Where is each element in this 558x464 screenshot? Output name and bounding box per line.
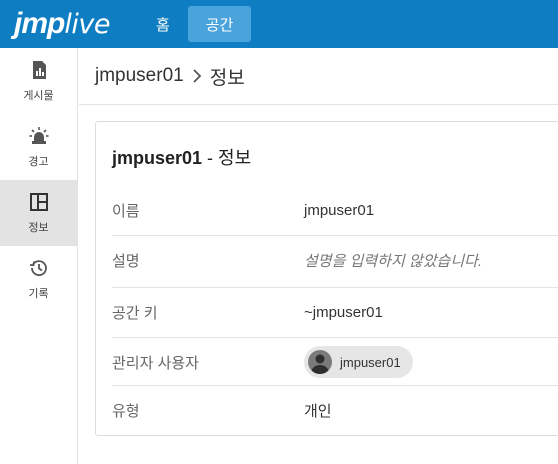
row-divider [112, 235, 558, 236]
sidebar-item-history[interactable]: 기록 [0, 246, 77, 312]
info-row-type: 유형 개인 [96, 392, 558, 428]
nav-space[interactable]: 공간 [187, 6, 252, 42]
avatar [308, 350, 332, 374]
card-title: jmpuser01 - 정보 [112, 144, 251, 170]
nav-home[interactable]: 홈 [138, 6, 188, 42]
row-divider [112, 287, 558, 288]
history-icon [29, 259, 47, 276]
top-header: jmp live 홈 공간 [0, 0, 558, 48]
sidebar-item-label: 게시물 [23, 89, 54, 102]
breadcrumb-root[interactable]: jmpuser01 [95, 65, 184, 87]
breadcrumb: jmpuser01 정보 [95, 62, 245, 90]
info-row-space-key: 공간 키 ~jmpuser01 [96, 294, 558, 330]
info-row-admin-user: 관리자 사용자 jmpuser01 [96, 343, 558, 381]
sidebar-item-alerts[interactable]: 경고 [0, 114, 77, 180]
row-label: 공간 키 [112, 304, 158, 322]
info-row-description: 설명 설명을 입력하지 않았습니다. [96, 242, 558, 278]
row-value: 개인 [304, 402, 332, 420]
sidebar-item-label: 정보 [28, 221, 49, 234]
card-title-suffix: - 정보 [202, 148, 252, 168]
user-chip[interactable]: jmpuser01 [304, 346, 413, 378]
chevron-right-icon [192, 69, 202, 83]
row-divider [112, 385, 558, 386]
top-nav: 홈 공간 [138, 6, 252, 42]
info-row-name: 이름 jmpuser01 [96, 192, 558, 228]
row-value: ~jmpuser01 [304, 303, 383, 321]
sidebar-item-posts[interactable]: 게시물 [0, 48, 77, 114]
user-chip-name: jmpuser01 [340, 354, 401, 370]
card-title-user: jmpuser01 [112, 148, 203, 168]
jmplive-logo[interactable]: jmp live [14, 9, 110, 39]
bar-chart-icon [32, 60, 46, 79]
info-card: jmpuser01 - 정보 이름 jmpuser01 설명 설명을 입력하지 … [95, 121, 558, 436]
row-value: jmpuser01 [304, 346, 413, 378]
sidebar: 게시물 경고 정보 기록 [0, 48, 78, 464]
breadcrumb-divider [79, 104, 558, 105]
sidebar-item-label: 경고 [28, 155, 49, 168]
row-label: 관리자 사용자 [112, 354, 199, 372]
siren-alert-icon [29, 126, 48, 144]
sidebar-item-label: 기록 [28, 287, 49, 300]
sidebar-item-info[interactable]: 정보 [0, 180, 77, 246]
row-label: 설명 [112, 252, 140, 270]
breadcrumb-current: 정보 [209, 67, 245, 89]
layout-panel-icon [29, 192, 48, 211]
row-value: jmpuser01 [304, 201, 375, 219]
row-label: 이름 [112, 202, 140, 220]
logo-live-text: live [64, 9, 110, 40]
row-label: 유형 [112, 402, 140, 420]
logo-jmp-text: jmp [14, 7, 65, 40]
row-divider [112, 337, 558, 338]
row-value: 설명을 입력하지 않았습니다. [304, 252, 483, 270]
